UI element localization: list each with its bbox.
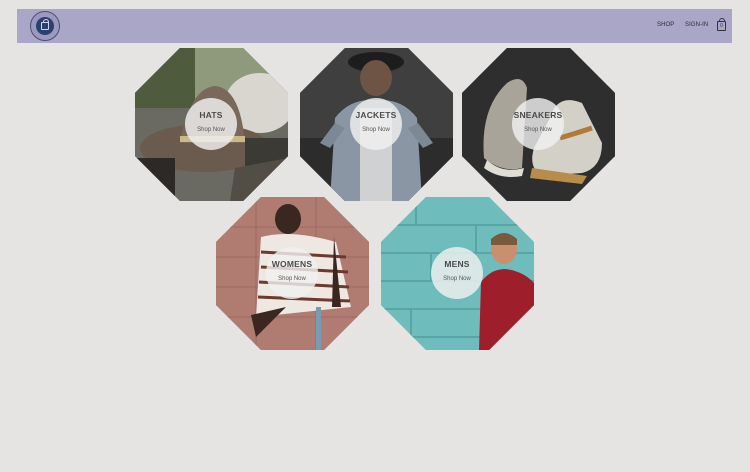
collection-badge: SNEAKERS Shop Now	[512, 98, 564, 150]
collection-title: JACKETS	[355, 110, 397, 120]
collection-badge: JACKETS Shop Now	[350, 98, 402, 150]
collection-badge: MENS Shop Now	[431, 247, 483, 299]
collection-title: MENS	[444, 259, 470, 269]
logo-bag-icon	[41, 19, 49, 30]
cart-count: 0	[720, 23, 723, 29]
collection-tile-sneakers[interactable]: SNEAKERS Shop Now	[462, 48, 615, 201]
nav-shop-link[interactable]: SHOP	[657, 22, 674, 28]
collection-title: SNEAKERS	[513, 110, 563, 120]
collection-tile-jackets[interactable]: JACKETS Shop Now	[300, 48, 453, 201]
shop-now-link[interactable]: Shop Now	[350, 127, 402, 133]
shopping-bag-icon[interactable]: 0	[717, 18, 726, 31]
shop-now-link[interactable]: Shop Now	[266, 276, 318, 282]
collection-title: HATS	[199, 110, 223, 120]
header-navbar: SHOP SIGN-IN 0	[17, 9, 732, 43]
collection-tile-mens[interactable]: MENS Shop Now	[381, 197, 534, 350]
shop-now-link[interactable]: Shop Now	[512, 127, 564, 133]
collection-title: WOMENS	[271, 259, 313, 269]
shop-now-link[interactable]: Shop Now	[431, 276, 483, 282]
nav-signin-link[interactable]: SIGN-IN	[685, 22, 708, 28]
collection-badge: WOMENS Shop Now	[266, 247, 318, 299]
collection-tile-womens[interactable]: WOMENS Shop Now	[216, 197, 369, 350]
collection-badge: HATS Shop Now	[185, 98, 237, 150]
collection-tile-hats[interactable]: HATS Shop Now	[135, 48, 288, 201]
brand-logo-icon[interactable]	[30, 11, 60, 41]
shop-now-link[interactable]: Shop Now	[185, 127, 237, 133]
